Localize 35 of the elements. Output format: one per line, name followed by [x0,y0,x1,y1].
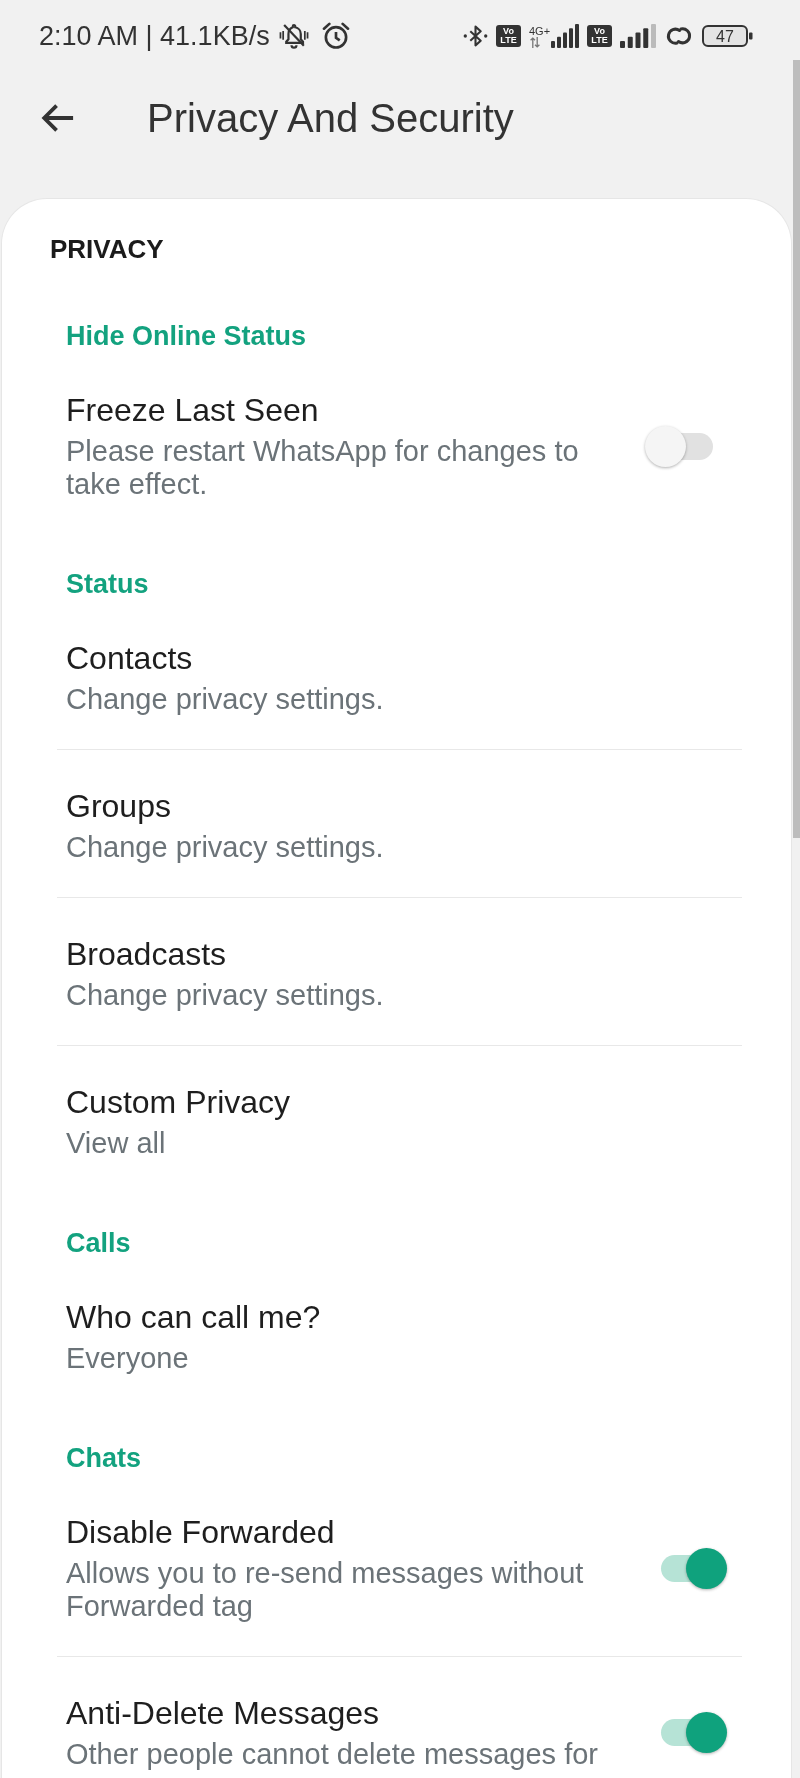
section-title: PRIVACY [50,233,165,266]
signal-bars-icon [620,24,656,48]
bluetooth-icon [463,23,488,49]
volte-badge: Vo LTE [496,25,521,47]
setting-title[interactable]: Disable Forwarded [66,1513,606,1551]
up-down-arrows-icon [529,37,541,48]
battery-indicator: 47 [702,24,753,48]
volte-badge: Vo LTE [587,25,612,47]
interlocking-rings-icon [664,25,694,47]
setting-title[interactable]: Freeze Last Seen [66,391,606,429]
setting-description: Change privacy settings. [66,979,385,1012]
group-title: Hide Online Status [66,320,308,353]
page-title: Privacy And Security [147,95,514,141]
setting-description: Allows you to re-send messages without Forwarded tag [66,1557,585,1623]
group-title: Status [66,568,150,601]
setting-description: Other people cannot delete messages for [66,1738,599,1771]
time-speed-text: 2:10 AM | 41.1KB/s [39,20,270,52]
group-title: Chats [66,1442,142,1475]
setting-title[interactable]: Anti-Delete Messages [66,1694,606,1732]
group-title: Calls [66,1227,132,1260]
setting-description: Change privacy settings. [66,831,385,864]
setting-title[interactable]: Contacts [66,639,606,677]
signal-bars-icon [551,24,579,48]
bell-slash-icon [277,22,310,50]
setting-description: Change privacy settings. [66,683,385,716]
network-type-label: 4G+ [529,25,551,37]
back-arrow-icon[interactable] [41,103,75,133]
setting-title[interactable]: Broadcasts [66,935,606,973]
setting-title[interactable]: Who can call me? [66,1298,606,1336]
alarm-clock-icon [321,22,350,50]
setting-title[interactable]: Custom Privacy [66,1083,606,1121]
setting-title[interactable]: Groups [66,787,606,825]
setting-description: Everyone [66,1342,190,1375]
setting-description: Please restart WhatsApp for changes to take effect. [66,435,580,501]
setting-description: View all [66,1127,167,1160]
